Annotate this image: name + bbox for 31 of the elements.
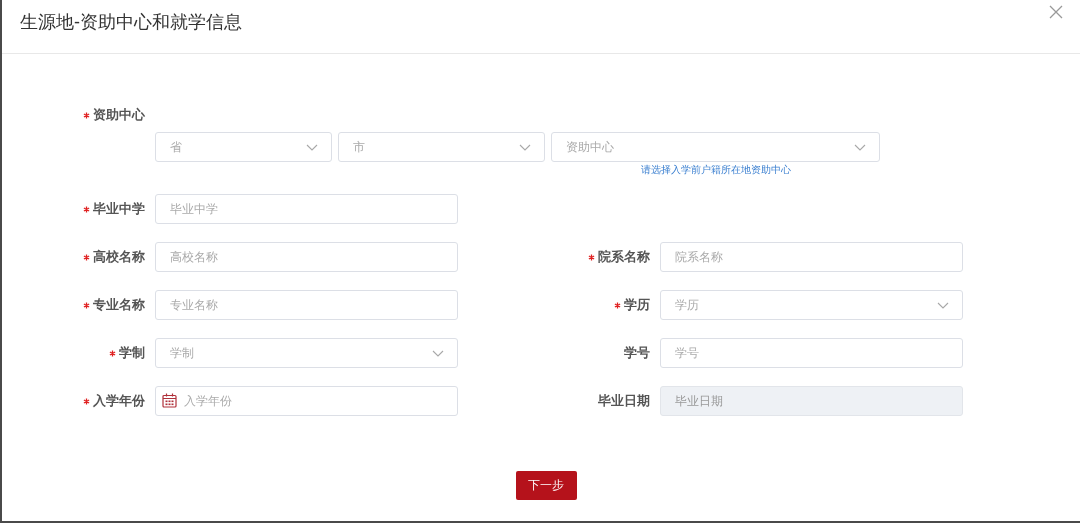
field-label: 毕业日期 — [598, 392, 650, 410]
close-icon[interactable] — [1049, 4, 1063, 19]
calendar-icon — [162, 393, 177, 408]
select-field[interactable]: 资助中心 — [551, 132, 880, 162]
text-field[interactable]: 毕业中学 — [155, 194, 458, 224]
next-button[interactable]: 下一步 — [515, 471, 577, 500]
select-field[interactable]: 学制 — [155, 338, 458, 368]
field-label: 学号 — [624, 344, 650, 362]
select-field[interactable]: 省 — [155, 132, 332, 162]
field-label: 学历 — [624, 296, 650, 314]
field-label: 学制 — [119, 344, 145, 362]
text-field[interactable]: 院系名称 — [660, 242, 963, 272]
text-field[interactable]: 学号 — [660, 338, 963, 368]
text-field[interactable]: 高校名称 — [155, 242, 458, 272]
select-field[interactable]: 市 — [338, 132, 545, 162]
text-field[interactable]: 专业名称 — [155, 290, 458, 320]
hint-text: 请选择入学前户籍所在地资助中心 — [640, 164, 791, 176]
dialog-title: 生源地-资助中心和就学信息 — [20, 10, 242, 34]
chevron-icon — [854, 144, 866, 151]
field-label: 毕业中学 — [93, 200, 145, 218]
chevron-icon — [937, 302, 949, 309]
field-label: 资助中心 — [93, 106, 145, 124]
chevron-icon — [306, 144, 318, 151]
field-label: 高校名称 — [93, 248, 145, 266]
date-field[interactable]: 入学年份 — [155, 386, 458, 416]
select-field[interactable]: 学历 — [660, 290, 963, 320]
chevron-icon — [432, 350, 444, 357]
field-label: 院系名称 — [598, 248, 650, 266]
field-label: 入学年份 — [93, 392, 145, 410]
chevron-icon — [519, 144, 531, 151]
field-label: 专业名称 — [93, 296, 145, 314]
